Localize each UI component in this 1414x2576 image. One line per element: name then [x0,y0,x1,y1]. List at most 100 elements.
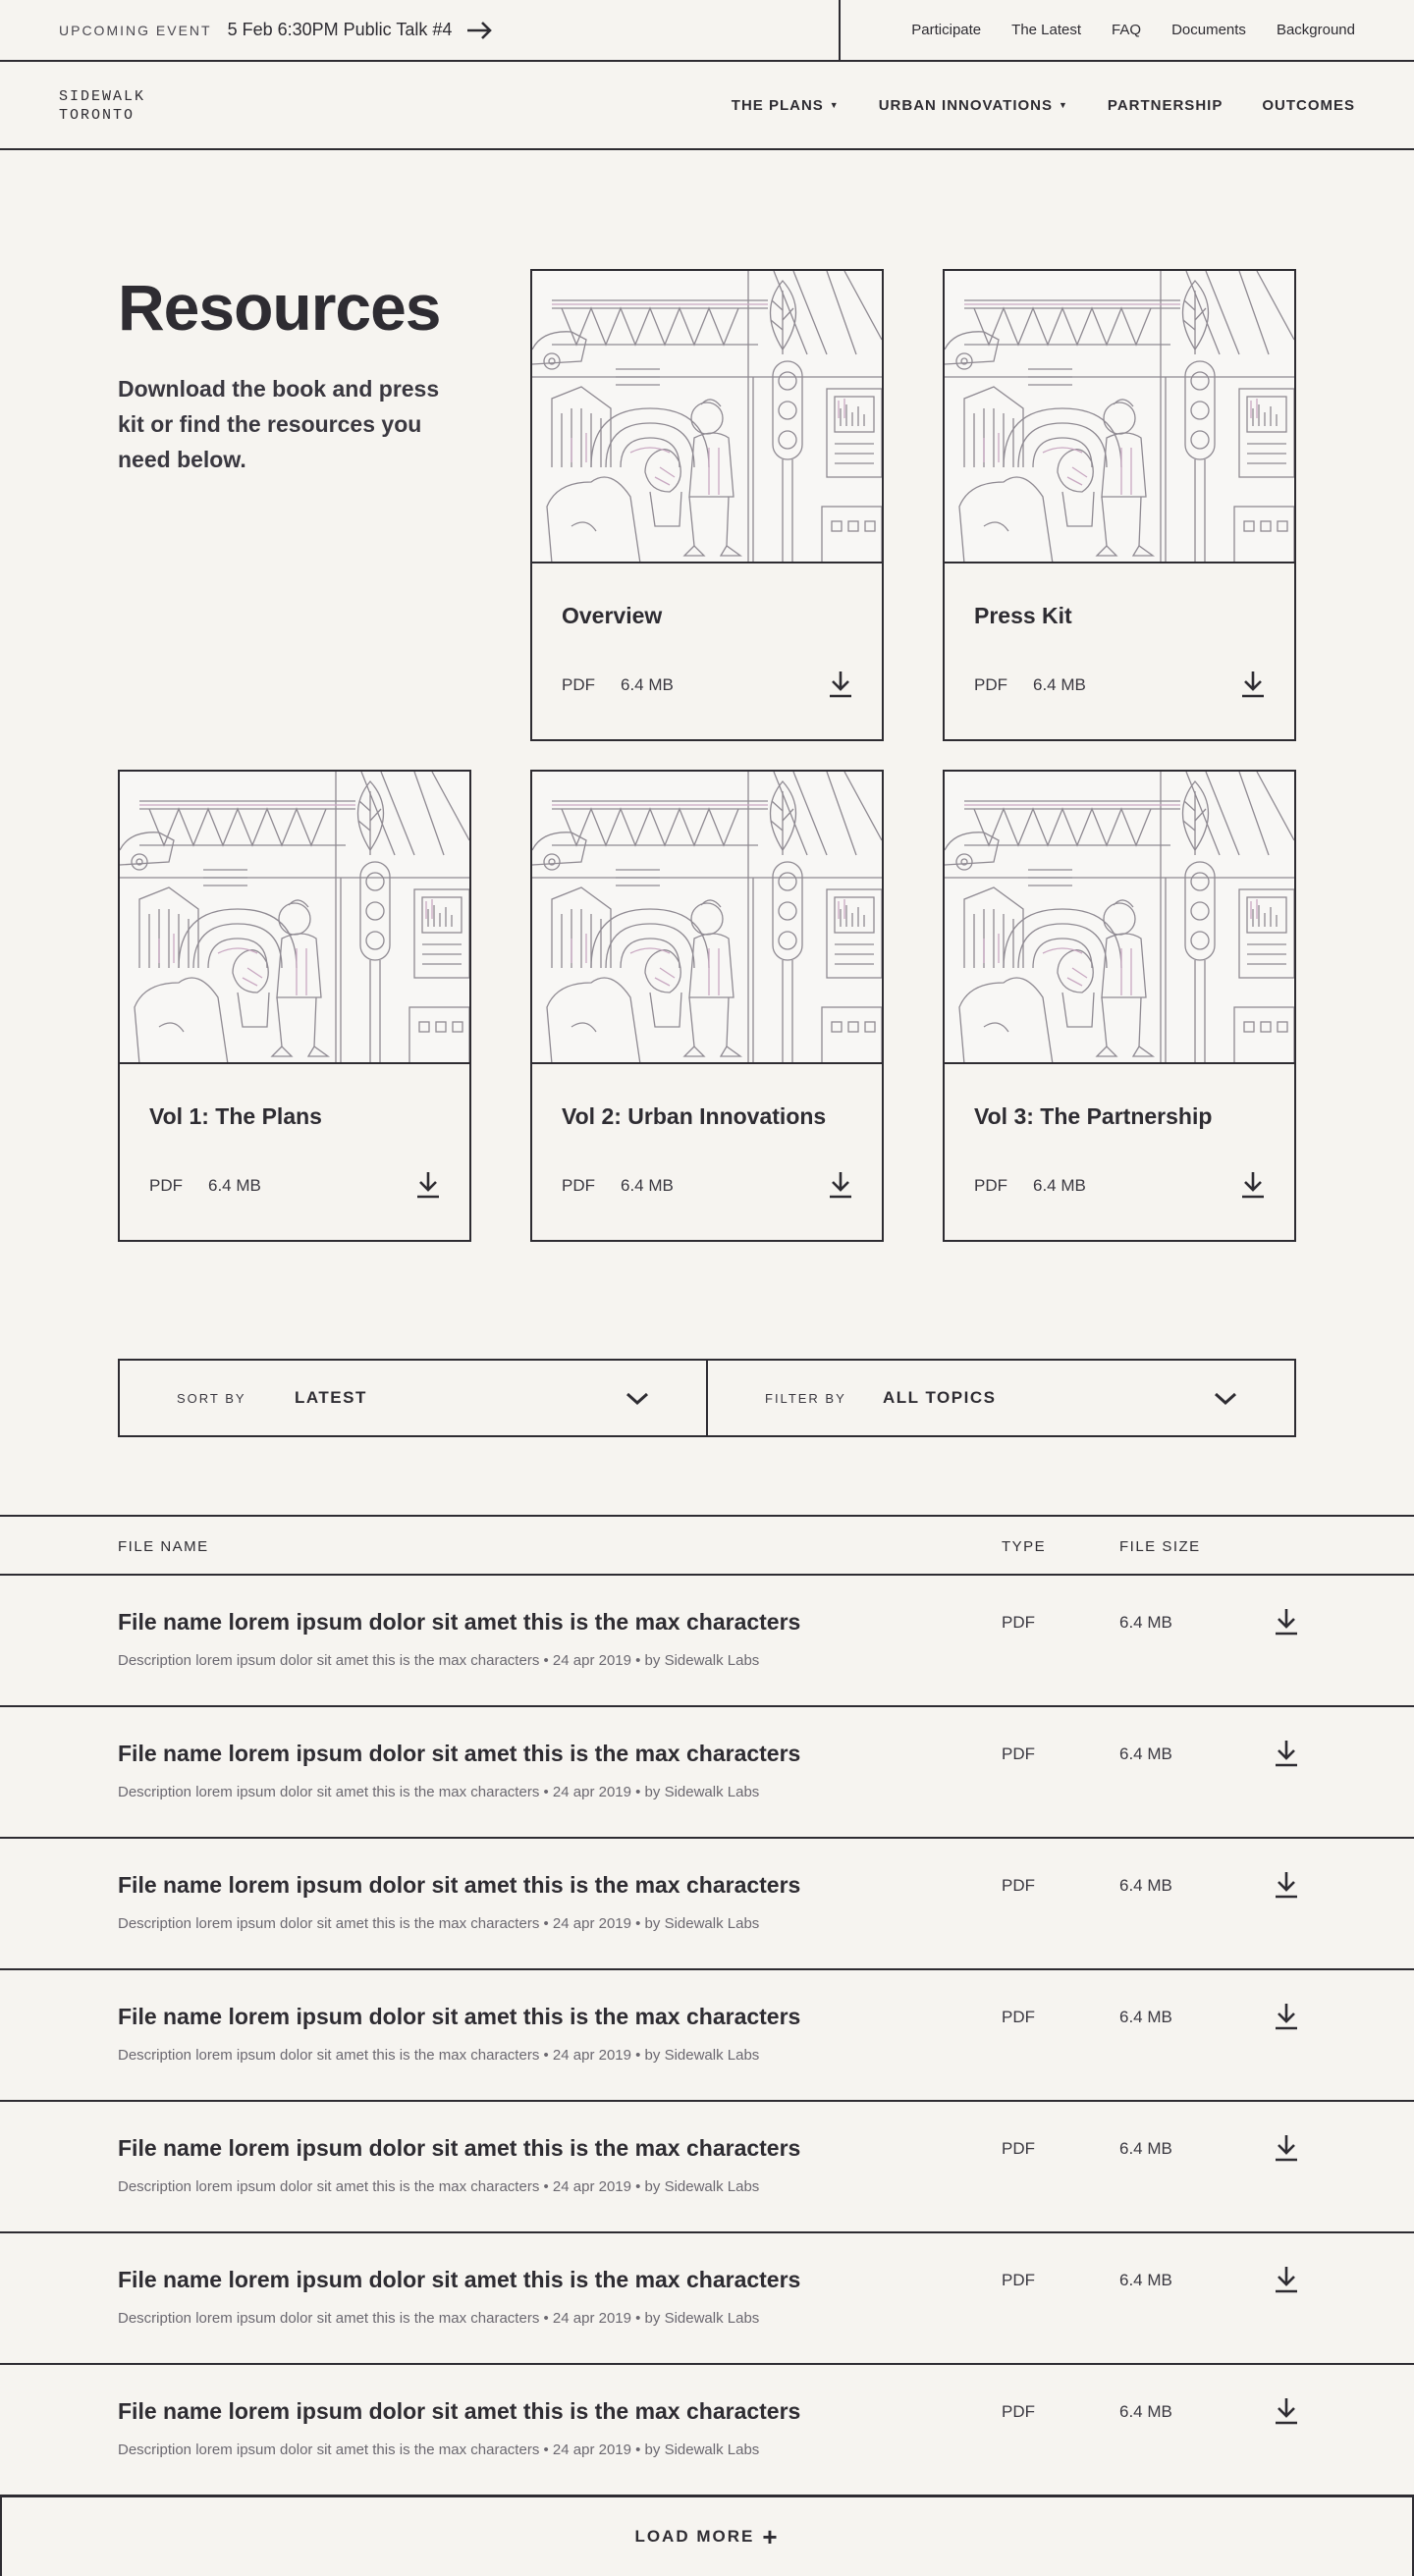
card-file-type: PDF [149,1176,183,1195]
card-file-size: 6.4 MB [208,1176,261,1195]
file-type: PDF [1002,2139,1035,2158]
nav-urban-innovations-label: Urban Innovations [878,96,1053,114]
filter-label: Filter by [765,1390,846,1406]
card-meta: PDF 6.4 MB [974,675,1086,695]
util-nav-background[interactable]: Background [1277,22,1355,38]
sort-filter-bar: Sort by Latest Filter by All Topics [118,1359,1296,1437]
file-description: Description lorem ipsum dolor sit amet t… [118,2442,760,2458]
event-divider [839,0,841,60]
logo[interactable]: SIDEWALK TORONTO [59,87,145,125]
file-type: PDF [1002,1876,1035,1895]
table-row[interactable]: File name lorem ipsum dolor sit amet thi… [0,1839,1414,1970]
event-title[interactable]: 5 Feb 6:30PM Public Talk #4 [228,20,453,40]
file-name[interactable]: File name lorem ipsum dolor sit amet thi… [118,1872,800,1899]
filter-dropdown[interactable]: Filter by All Topics [706,1361,1294,1435]
card-title: Vol 3: The Partnership [974,1103,1213,1129]
file-description: Description lorem ipsum dolor sit amet t… [118,2178,760,2195]
download-icon[interactable] [827,1170,854,1200]
download-icon[interactable] [1273,2002,1300,2031]
file-name[interactable]: File name lorem ipsum dolor sit amet thi… [118,2267,800,2293]
table-header: File Name Type File Size [0,1517,1414,1576]
sort-value: Latest [295,1388,367,1407]
plus-icon: + [762,2522,780,2551]
main-header: SIDEWALK TORONTO The Plans ▼ Urban Innov… [0,62,1414,150]
card-title: Vol 1: The Plans [149,1103,322,1129]
nav-outcomes[interactable]: Outcomes [1262,97,1355,114]
card-title: Overview [562,603,663,628]
sort-dropdown[interactable]: Sort by Latest [120,1361,706,1435]
file-size: 6.4 MB [1119,1876,1172,1895]
file-type: PDF [1002,2271,1035,2289]
download-icon[interactable] [1273,1870,1300,1900]
download-icon[interactable] [1273,1739,1300,1768]
table-rows: File name lorem ipsum dolor sit amet thi… [0,1576,1414,2496]
card-file-type: PDF [974,1176,1007,1195]
table-row[interactable]: File name lorem ipsum dolor sit amet thi… [0,2233,1414,2365]
file-name[interactable]: File name lorem ipsum dolor sit amet thi… [118,2004,800,2030]
header-file-size: File Size [1119,1538,1201,1555]
table-row[interactable]: File name lorem ipsum dolor sit amet thi… [0,1970,1414,2102]
download-icon[interactable] [1273,2396,1300,2426]
util-nav-the-latest[interactable]: The Latest [1011,22,1081,38]
file-description: Description lorem ipsum dolor sit amet t… [118,1915,760,1932]
arrow-right-icon[interactable] [465,21,493,40]
download-icon[interactable] [1273,2265,1300,2294]
file-description: Description lorem ipsum dolor sit amet t… [118,2310,760,2327]
caret-down-icon: ▼ [1059,100,1068,110]
download-icon[interactable] [1239,1170,1267,1200]
file-name[interactable]: File name lorem ipsum dolor sit amet thi… [118,1609,800,1636]
upcoming-event-link[interactable]: Upcoming Event 5 Feb 6:30PM Public Talk … [59,0,493,60]
file-description: Description lorem ipsum dolor sit amet t… [118,2047,760,2064]
card-file-size: 6.4 MB [1033,675,1086,694]
file-table: File Name Type File Size File name lorem… [0,1515,1414,2496]
download-icon[interactable] [1273,1607,1300,1637]
card-title: Press Kit [974,603,1072,628]
chevron-down-icon [625,1388,649,1413]
card-file-size: 6.4 MB [621,675,674,694]
util-nav-documents[interactable]: Documents [1171,22,1246,38]
download-icon[interactable] [1239,670,1267,699]
card-file-size: 6.4 MB [1033,1176,1086,1195]
card-meta: PDF 6.4 MB [562,1176,674,1196]
download-icon[interactable] [1273,2133,1300,2163]
util-nav-participate[interactable]: Participate [911,22,981,38]
card-file-type: PDF [562,1176,595,1195]
page-title: Resources [118,271,442,344]
util-nav-faq[interactable]: FAQ [1112,22,1141,38]
table-row[interactable]: File name lorem ipsum dolor sit amet thi… [0,1576,1414,1707]
resource-card-press-kit[interactable]: Press Kit PDF 6.4 MB [943,269,1296,741]
card-meta: PDF 6.4 MB [149,1176,261,1196]
card-title: Vol 2: Urban Innovations [562,1103,827,1129]
file-name[interactable]: File name lorem ipsum dolor sit amet thi… [118,2135,800,2162]
file-description: Description lorem ipsum dolor sit amet t… [118,1784,760,1800]
nav-the-plans[interactable]: The Plans ▼ [732,97,840,114]
event-kicker: Upcoming Event [59,22,212,38]
download-icon[interactable] [414,1170,442,1200]
resource-card-vol-1[interactable]: Vol 1: The Plans PDF 6.4 MB [118,770,471,1242]
nav-partnership[interactable]: Partnership [1108,97,1223,114]
table-row[interactable]: File name lorem ipsum dolor sit amet thi… [0,2102,1414,2233]
card-file-type: PDF [562,675,595,694]
download-icon[interactable] [827,670,854,699]
resource-card-vol-3[interactable]: Vol 3: The Partnership PDF 6.4 MB [943,770,1296,1242]
card-meta: PDF 6.4 MB [974,1176,1086,1196]
header-type: Type [1002,1538,1047,1555]
load-more-button[interactable]: Load More + [0,2496,1414,2576]
resource-card-overview[interactable]: Overview PDF 6.4 MB [530,269,884,741]
file-size: 6.4 MB [1119,1613,1172,1632]
file-type: PDF [1002,1613,1035,1632]
file-type: PDF [1002,1744,1035,1763]
page-subtitle: Download the book and press kit or find … [118,376,440,472]
resource-card-vol-2[interactable]: Vol 2: Urban Innovations PDF 6.4 MB [530,770,884,1242]
file-type: PDF [1002,2402,1035,2421]
file-size: 6.4 MB [1119,2271,1172,2289]
card-illustration [120,772,469,1064]
table-row[interactable]: File name lorem ipsum dolor sit amet thi… [0,1707,1414,1839]
file-name[interactable]: File name lorem ipsum dolor sit amet thi… [118,1741,800,1767]
file-type: PDF [1002,2008,1035,2026]
nav-urban-innovations[interactable]: Urban Innovations ▼ [879,97,1068,114]
event-bar: Upcoming Event 5 Feb 6:30PM Public Talk … [0,0,1414,62]
file-name[interactable]: File name lorem ipsum dolor sit amet thi… [118,2398,800,2425]
table-row[interactable]: File name lorem ipsum dolor sit amet thi… [0,2365,1414,2496]
nav-the-plans-label: The Plans [731,96,824,114]
